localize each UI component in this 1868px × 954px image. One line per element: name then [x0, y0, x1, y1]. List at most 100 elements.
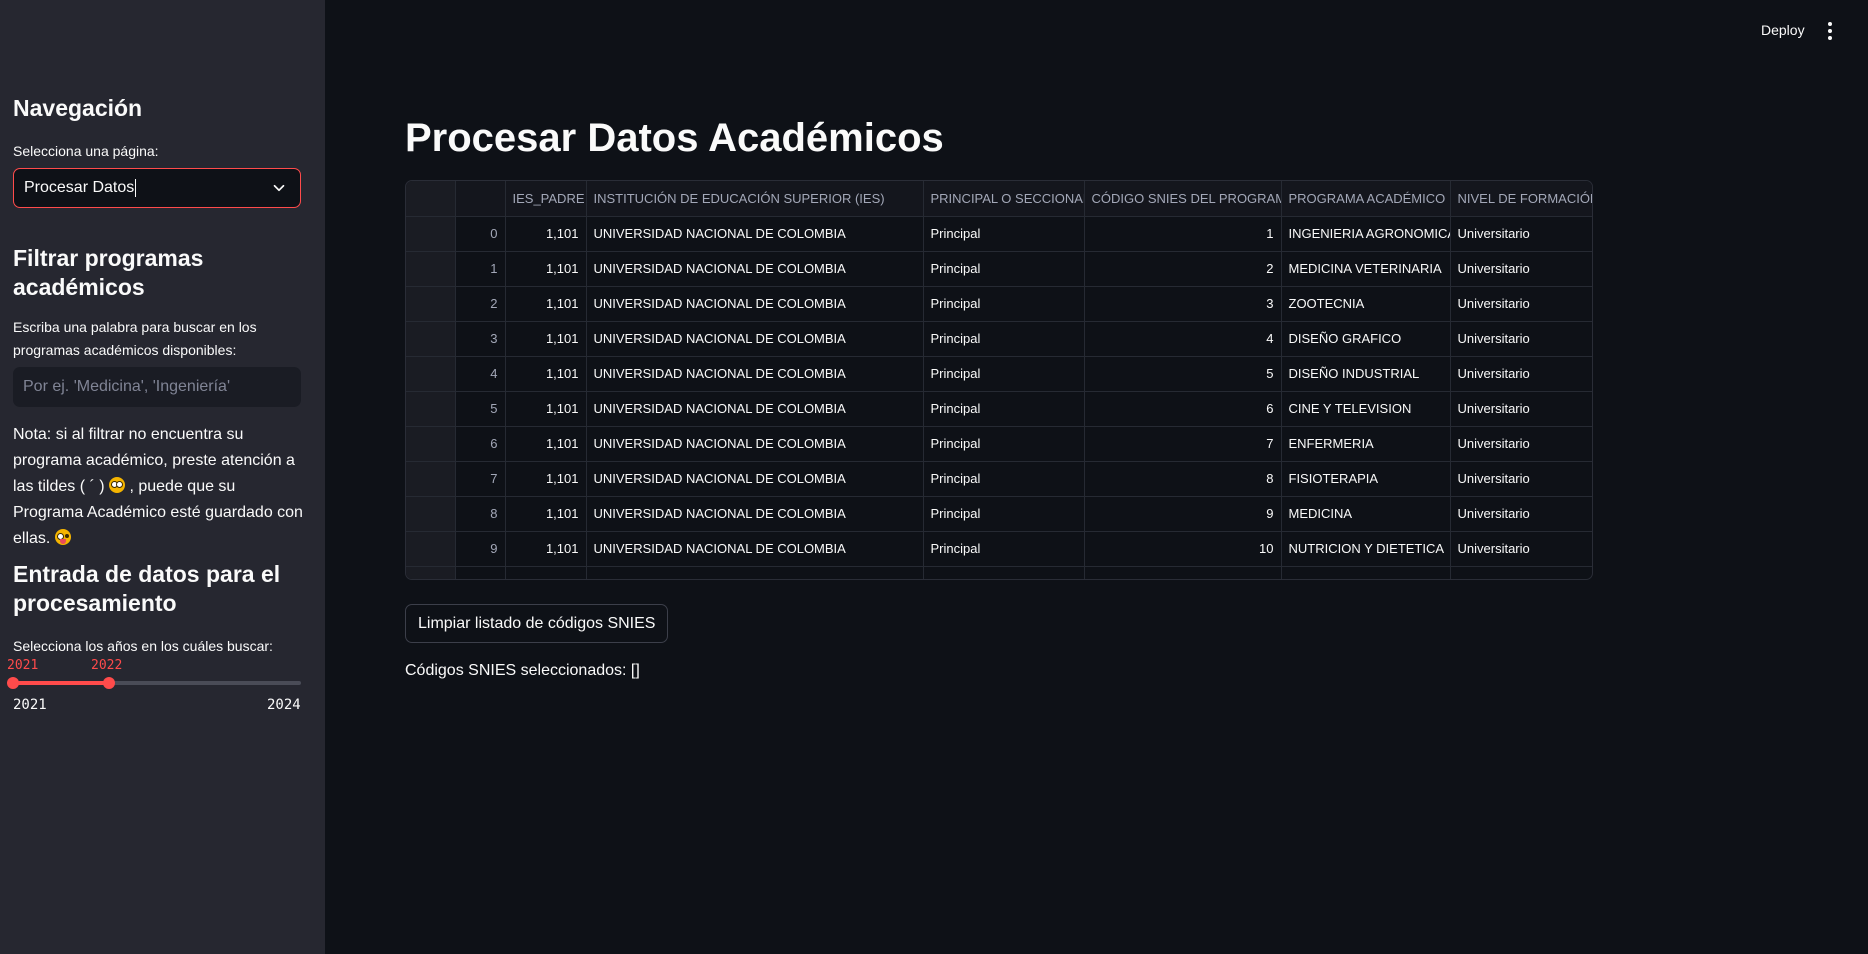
row-index[interactable]: 6 — [455, 426, 506, 462]
table-cell[interactable]: Universitario — [1450, 531, 1592, 567]
table-row[interactable]: 4 1,101 UNIVERSIDAD NACIONAL DE COLOMBIA Pr… — [406, 356, 1592, 392]
table-cell[interactable]: 6 — [1084, 391, 1282, 427]
table-cell[interactable]: NUTRICION Y DIETETICA — [1281, 531, 1451, 567]
row-index[interactable]: 5 — [455, 391, 506, 427]
column-header[interactable]: INSTITUCIÓN DE EDUCACIÓN SUPERIOR (IES) — [586, 181, 924, 217]
table-cell[interactable]: UNIVERSIDAD NACIONAL DE COLOMBIA — [586, 531, 924, 567]
table-cell[interactable]: 1,101 — [505, 321, 587, 357]
row-select-cell[interactable] — [406, 356, 456, 392]
table-cell[interactable]: Universitario — [1450, 461, 1592, 497]
table-cell[interactable]: Principal — [923, 531, 1085, 567]
table-cell[interactable]: Principal — [923, 426, 1085, 462]
table-cell[interactable]: DISEÑO GRAFICO — [1281, 321, 1451, 357]
table-cell[interactable]: ZOOTECNIA — [1281, 286, 1451, 322]
table-cell[interactable]: UNIVERSIDAD NACIONAL DE COLOMBIA — [586, 426, 924, 462]
table-cell[interactable]: FISIOTERAPIA — [1281, 461, 1451, 497]
row-select-header[interactable] — [406, 181, 456, 217]
table-cell[interactable]: Universitario — [1450, 496, 1592, 532]
row-index[interactable]: 0 — [455, 216, 506, 252]
table-cell[interactable]: 1,101 — [505, 496, 587, 532]
table-cell[interactable]: 2 — [1084, 251, 1282, 287]
column-header[interactable]: PRINCIPAL O SECCIONAL — [923, 181, 1085, 217]
column-header[interactable]: IES_PADRE — [505, 181, 587, 217]
row-select-cell[interactable] — [406, 286, 456, 322]
row-select-cell[interactable] — [406, 216, 456, 252]
table-cell[interactable]: Universitario — [1450, 216, 1592, 252]
row-index[interactable]: 4 — [455, 356, 506, 392]
table-cell[interactable]: CINE Y TELEVISION — [1281, 391, 1451, 427]
table-cell[interactable]: MEDICINA — [1281, 496, 1451, 532]
table-cell[interactable]: 1,101 — [505, 391, 587, 427]
table-cell[interactable]: UNIVERSIDAD NACIONAL DE COLOMBIA — [586, 461, 924, 497]
table-cell[interactable]: 1,101 — [505, 286, 587, 322]
table-cell[interactable]: Principal — [923, 356, 1085, 392]
row-select-cell[interactable] — [406, 321, 456, 357]
program-search-field[interactable] — [13, 367, 301, 407]
table-cell[interactable]: INGENIERIA AGRONOMICA — [1281, 216, 1451, 252]
table-cell[interactable]: 4 — [1084, 321, 1282, 357]
data-table[interactable]: IES_PADRE INSTITUCIÓN DE EDUCACIÓN SUPER… — [405, 180, 1593, 580]
row-index[interactable]: 3 — [455, 321, 506, 357]
deploy-button[interactable]: Deploy — [1761, 22, 1805, 38]
row-select-cell[interactable] — [406, 426, 456, 462]
row-index[interactable]: 7 — [455, 461, 506, 497]
table-cell[interactable]: 7 — [1084, 426, 1282, 462]
table-cell[interactable]: Principal — [923, 251, 1085, 287]
table-row[interactable]: 8 1,101 UNIVERSIDAD NACIONAL DE COLOMBIA Pr… — [406, 496, 1592, 532]
table-row[interactable]: 5 1,101 UNIVERSIDAD NACIONAL DE COLOMBIA Pr… — [406, 391, 1592, 427]
table-row[interactable]: 7 1,101 UNIVERSIDAD NACIONAL DE COLOMBIA Pr… — [406, 461, 1592, 497]
column-header[interactable]: PROGRAMA ACADÉMICO — [1281, 181, 1451, 217]
table-row[interactable]: 3 1,101 UNIVERSIDAD NACIONAL DE COLOMBIA Pr… — [406, 321, 1592, 357]
table-cell[interactable]: Universitario — [1450, 251, 1592, 287]
column-header[interactable]: NIVEL DE FORMACIÓN — [1450, 181, 1592, 217]
row-index[interactable]: 1 — [455, 251, 506, 287]
table-cell[interactable]: 5 — [1084, 356, 1282, 392]
row-index[interactable]: 9 — [455, 531, 506, 567]
year-slider-high-handle[interactable] — [103, 677, 115, 689]
table-cell[interactable]: 1,101 — [505, 216, 587, 252]
table-cell[interactable]: DISEÑO INDUSTRIAL — [1281, 356, 1451, 392]
row-select-cell[interactable] — [406, 531, 456, 567]
table-cell[interactable]: Universitario — [1450, 426, 1592, 462]
table-cell[interactable]: 1,101 — [505, 461, 587, 497]
table-cell[interactable]: UNIVERSIDAD NACIONAL DE COLOMBIA — [586, 251, 924, 287]
table-cell[interactable]: 8 — [1084, 461, 1282, 497]
table-cell[interactable]: UNIVERSIDAD NACIONAL DE COLOMBIA — [586, 391, 924, 427]
table-cell[interactable]: UNIVERSIDAD NACIONAL DE COLOMBIA — [586, 216, 924, 252]
table-cell[interactable]: UNIVERSIDAD NACIONAL DE COLOMBIA — [586, 356, 924, 392]
table-row[interactable]: 9 1,101 UNIVERSIDAD NACIONAL DE COLOMBIA Pr… — [406, 531, 1592, 567]
column-header[interactable]: CÓDIGO SNIES DEL PROGRAMA — [1084, 181, 1282, 217]
table-cell[interactable]: Universitario — [1450, 356, 1592, 392]
row-select-cell[interactable] — [406, 461, 456, 497]
row-select-cell[interactable] — [406, 496, 456, 532]
table-cell[interactable]: Principal — [923, 216, 1085, 252]
table-cell[interactable]: Principal — [923, 391, 1085, 427]
table-row[interactable]: 1 1,101 UNIVERSIDAD NACIONAL DE COLOMBIA Pr… — [406, 251, 1592, 287]
table-cell[interactable]: Universitario — [1450, 391, 1592, 427]
table-cell[interactable]: Principal — [923, 461, 1085, 497]
table-cell[interactable]: UNIVERSIDAD NACIONAL DE COLOMBIA — [586, 286, 924, 322]
table-cell[interactable]: Universitario — [1450, 321, 1592, 357]
table-cell[interactable]: 10 — [1084, 531, 1282, 567]
table-cell[interactable]: Principal — [923, 321, 1085, 357]
table-cell[interactable]: Principal — [923, 496, 1085, 532]
table-cell[interactable]: Universitario — [1450, 286, 1592, 322]
table-row[interactable]: 6 1,101 UNIVERSIDAD NACIONAL DE COLOMBIA Pr… — [406, 426, 1592, 462]
table-cell[interactable]: 1,101 — [505, 531, 587, 567]
row-select-cell[interactable] — [406, 251, 456, 287]
table-cell[interactable]: 1,101 — [505, 356, 587, 392]
table-cell[interactable]: 9 — [1084, 496, 1282, 532]
clear-snies-button[interactable]: Limpiar listado de códigos SNIES — [405, 604, 669, 643]
table-cell[interactable]: Principal — [923, 286, 1085, 322]
table-cell[interactable]: UNIVERSIDAD NACIONAL DE COLOMBIA — [586, 321, 924, 357]
table-row[interactable]: 2 1,101 UNIVERSIDAD NACIONAL DE COLOMBIA Pr… — [406, 286, 1592, 322]
table-cell[interactable]: 3 — [1084, 286, 1282, 322]
table-cell[interactable]: ENFERMERIA — [1281, 426, 1451, 462]
table-cell[interactable]: 1,101 — [505, 251, 587, 287]
table-cell[interactable]: 1 — [1084, 216, 1282, 252]
page-select[interactable]: Procesar Datos — [13, 168, 301, 208]
row-index[interactable]: 2 — [455, 286, 506, 322]
table-cell[interactable]: UNIVERSIDAD NACIONAL DE COLOMBIA — [586, 496, 924, 532]
year-slider-low-handle[interactable] — [7, 677, 19, 689]
table-cell[interactable]: MEDICINA VETERINARIA — [1281, 251, 1451, 287]
